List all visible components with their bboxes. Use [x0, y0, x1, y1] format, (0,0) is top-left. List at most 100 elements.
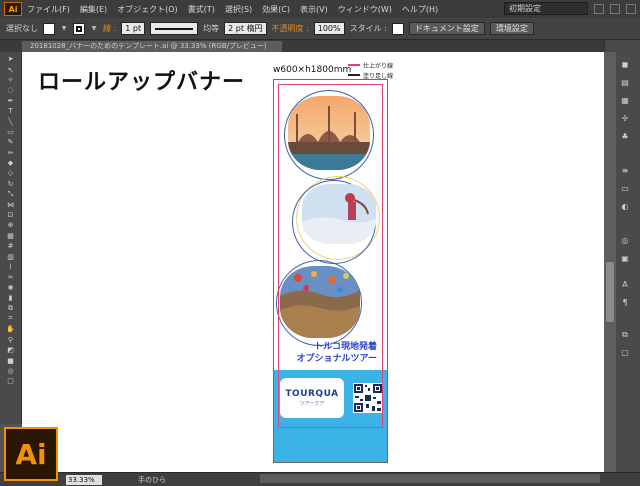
appearance-panel-icon[interactable]: ◎: [618, 236, 632, 248]
app-logo: Ai: [4, 2, 22, 16]
gradient-tool-icon[interactable]: ▥: [3, 251, 19, 261]
opacity-label[interactable]: 不透明度 :: [272, 23, 309, 34]
trim-guide: [278, 84, 383, 428]
menu-edit[interactable]: 編集(E): [75, 4, 112, 15]
document-setup-button[interactable]: ドキュメント設定: [408, 22, 485, 35]
type-tool-icon[interactable]: T: [3, 106, 19, 116]
menu-window[interactable]: ウィンドウ(W): [333, 4, 397, 15]
vertical-scroll-thumb[interactable]: [606, 262, 614, 322]
stroke-weight-field[interactable]: 1 pt: [121, 22, 146, 35]
blob-brush-tool-icon[interactable]: ◆: [3, 158, 19, 168]
menu-select[interactable]: 選択(S): [220, 4, 257, 15]
page-title: ロールアップバナー: [38, 69, 246, 95]
eraser-tool-icon[interactable]: ◇: [3, 168, 19, 178]
gradient-panel-icon[interactable]: ▭: [618, 184, 632, 196]
rotate-tool-icon[interactable]: ↻: [3, 179, 19, 189]
eyedropper-tool-icon[interactable]: ⌇: [3, 262, 19, 272]
workspace-label: 初期設定: [509, 4, 541, 13]
free-transform-tool-icon[interactable]: ⊡: [3, 210, 19, 220]
graphic-style-swatch[interactable]: [391, 22, 404, 35]
brushes-panel-icon[interactable]: ✢: [618, 114, 632, 126]
document-tab-bar: 20181028_バナーのためのテンプレート.ai @ 33.33% (RGB/…: [0, 40, 604, 52]
magic-wand-tool-icon[interactable]: ✧: [3, 75, 19, 85]
menu-right: 初期設定: [504, 2, 636, 15]
fill-swatch[interactable]: [43, 22, 55, 35]
menu-type[interactable]: 書式(T): [183, 4, 220, 15]
minimize-button[interactable]: [594, 3, 604, 14]
direct-selection-tool-icon[interactable]: ↖: [3, 64, 19, 74]
paragraph-panel-icon[interactable]: ¶: [618, 298, 632, 310]
character-panel-icon[interactable]: A: [618, 280, 632, 292]
legend-item-trim: 仕上がり線: [348, 60, 393, 70]
artboard[interactable]: トルコ現地発着 オプショナルツアー TOURQUA ツアークア: [273, 79, 388, 463]
color-guide-icon[interactable]: ▤: [618, 78, 632, 90]
menu-view[interactable]: 表示(V): [295, 4, 333, 15]
transparency-panel-icon[interactable]: ◐: [618, 202, 632, 214]
legend-swatch-trim: [348, 64, 360, 66]
stroke-label[interactable]: 線 :: [103, 23, 116, 34]
selection-tool-icon[interactable]: ➤: [3, 54, 19, 64]
style-label: スタイル :: [349, 24, 387, 33]
pencil-tool-icon[interactable]: ✏: [3, 148, 19, 158]
perspective-grid-tool-icon[interactable]: ▦: [3, 231, 19, 241]
fill-dropdown[interactable]: ▼: [60, 23, 68, 35]
opacity-field[interactable]: 100%: [313, 22, 345, 35]
canvas[interactable]: ロールアップバナー w600×h1800mm 仕上がり線 塗り足し線 トルコ現地…: [22, 52, 604, 472]
draw-mode-icon[interactable]: ◎: [3, 366, 19, 376]
menu-help[interactable]: ヘルプ(H): [397, 4, 443, 15]
stroke-panel-icon[interactable]: ≡: [618, 166, 632, 178]
graphic-styles-panel-icon[interactable]: ▣: [618, 254, 632, 266]
color-panel-icon[interactable]: ◼: [618, 60, 632, 72]
color-mode-icon[interactable]: ■: [3, 355, 19, 365]
menu-object[interactable]: オブジェクト(O): [112, 4, 183, 15]
zoom-field[interactable]: 33.33%: [66, 474, 102, 485]
symbol-sprayer-tool-icon[interactable]: ✺: [3, 283, 19, 293]
menu-file[interactable]: ファイル(F): [22, 4, 75, 15]
legend-swatch-bleed: [348, 74, 360, 76]
stroke-style-label: 均等: [203, 24, 220, 33]
document-tab[interactable]: 20181028_バナーのためのテンプレート.ai @ 33.33% (RGB/…: [22, 41, 282, 52]
shape-builder-tool-icon[interactable]: ⊕: [3, 220, 19, 230]
line-legend: 仕上がり線 塗り足し線: [348, 60, 393, 80]
dimensions-label: w600×h1800mm: [273, 65, 352, 75]
maximize-button[interactable]: [610, 3, 620, 14]
horizontal-scrollbar[interactable]: [260, 474, 600, 483]
blend-tool-icon[interactable]: ∞: [3, 272, 19, 282]
menu-bar: Ai ファイル(F) 編集(E) オブジェクト(O) 書式(T) 選択(S) 効…: [0, 0, 640, 18]
fill-stroke-icon[interactable]: ◩: [3, 345, 19, 355]
graph-tool-icon[interactable]: ▮: [3, 293, 19, 303]
stroke-dropdown[interactable]: ▼: [90, 23, 98, 35]
stroke-swatch[interactable]: [73, 22, 85, 35]
selection-status: 選択なし: [6, 24, 38, 33]
swatches-panel-icon[interactable]: ▦: [618, 96, 632, 108]
brush-field[interactable]: 2 pt 楕円: [224, 22, 267, 35]
artboard-tool-icon[interactable]: ⧉: [3, 303, 19, 313]
close-button[interactable]: [626, 3, 636, 14]
lasso-tool-icon[interactable]: ◌: [3, 85, 19, 95]
tools-panel: ➤ ↖ ✧ ◌ ✒ T ╲ ▭ ✎ ✏ ◆ ◇ ↻ ⤡ ⋈ ⊡ ⊕ ▦ # ▥ …: [0, 52, 22, 424]
preferences-button[interactable]: 環境設定: [489, 22, 534, 35]
status-tool-text: 手のひら: [138, 475, 166, 484]
slice-tool-icon[interactable]: ⌗: [3, 314, 19, 324]
artboards-panel-icon[interactable]: ▢: [618, 348, 632, 360]
layers-panel-icon[interactable]: ⧉: [618, 330, 632, 342]
rectangle-tool-icon[interactable]: ▭: [3, 127, 19, 137]
screen-mode-icon[interactable]: ▢: [3, 376, 19, 386]
hand-tool-icon[interactable]: ✋: [3, 324, 19, 334]
vertical-scrollbar[interactable]: [604, 52, 616, 472]
legend-label-trim: 仕上がり線: [363, 62, 394, 70]
workspace-switcher[interactable]: 初期設定: [504, 2, 588, 15]
menu-effect[interactable]: 効果(C): [257, 4, 295, 15]
mesh-tool-icon[interactable]: #: [3, 241, 19, 251]
width-tool-icon[interactable]: ⋈: [3, 199, 19, 209]
control-bar: 選択なし ▼ ▼ 線 : 1 pt 均等 2 pt 楕円 不透明度 : 100%…: [0, 18, 640, 40]
symbols-panel-icon[interactable]: ♣: [618, 132, 632, 144]
illustrator-badge: Ai: [4, 427, 58, 481]
scale-tool-icon[interactable]: ⤡: [3, 189, 19, 199]
stroke-profile[interactable]: [150, 22, 199, 35]
zoom-tool-icon[interactable]: ⚲: [3, 335, 19, 345]
pen-tool-icon[interactable]: ✒: [3, 96, 19, 106]
line-tool-icon[interactable]: ╲: [3, 116, 19, 126]
illustrator-window: Ai ファイル(F) 編集(E) オブジェクト(O) 書式(T) 選択(S) 効…: [0, 0, 640, 486]
paintbrush-tool-icon[interactable]: ✎: [3, 137, 19, 147]
